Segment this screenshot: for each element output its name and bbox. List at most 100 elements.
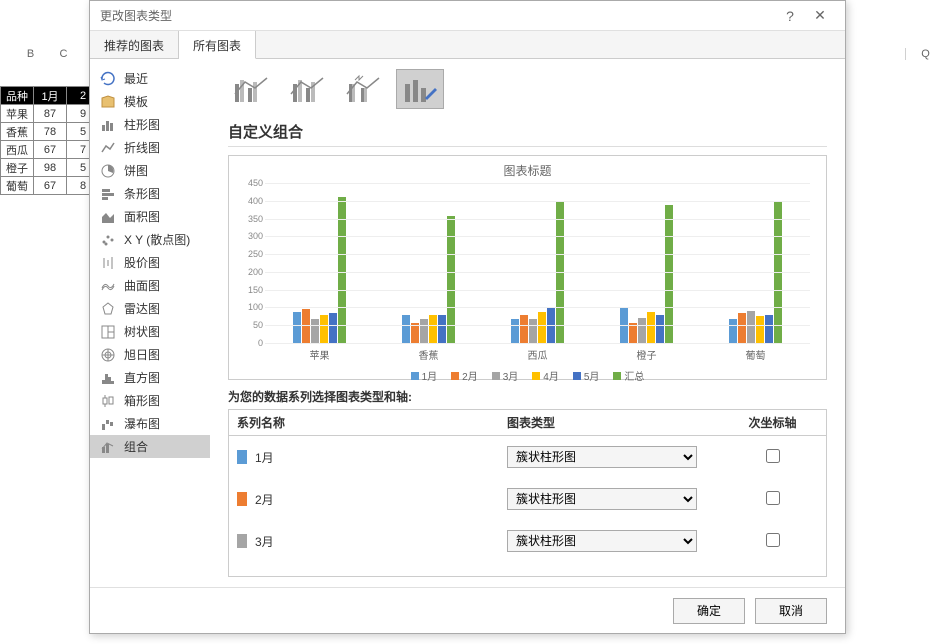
- legend-item: 5月: [573, 368, 600, 383]
- series-section-label: 为您的数据系列选择图表类型和轴:: [228, 388, 827, 405]
- chart-type-label: 树状图: [124, 323, 160, 340]
- chart-type-label: 组合: [124, 438, 148, 455]
- bar: [629, 323, 637, 343]
- chart-type-label: 箱形图: [124, 392, 160, 409]
- chart-type-label: 瀑布图: [124, 415, 160, 432]
- series-type-select[interactable]: 簇状柱形图: [507, 488, 697, 510]
- spreadsheet-visible: 品种1月2 苹果879 香蕉785 西瓜677 橙子985 葡萄678: [0, 48, 100, 195]
- bar: [656, 315, 664, 343]
- bar: [420, 319, 428, 343]
- series-swatch: [237, 492, 247, 506]
- area-icon: [100, 209, 116, 225]
- bar: [765, 315, 773, 343]
- subtype-2[interactable]: [284, 69, 332, 109]
- chart-type-label: X Y (散点图): [124, 231, 190, 248]
- legend-item: 汇总: [613, 368, 644, 383]
- chart-type-label: 模板: [124, 93, 148, 110]
- chart-preview[interactable]: 图表标题 050100150200250300350400450 苹果香蕉西瓜橙…: [228, 155, 827, 380]
- chart-type-label: 雷达图: [124, 300, 160, 317]
- chart-type-sunburst[interactable]: 旭日图: [90, 343, 210, 366]
- series-name: 1月: [255, 449, 274, 466]
- series-row: 1月 簇状柱形图: [229, 436, 826, 478]
- bar: [529, 319, 537, 343]
- bar: [320, 315, 328, 343]
- chart-type-recent[interactable]: 最近: [90, 67, 210, 90]
- subtype-custom[interactable]: [396, 69, 444, 109]
- subtype-1[interactable]: [228, 69, 276, 109]
- series-type-select[interactable]: 簇状柱形图: [507, 446, 697, 468]
- chart-type-radar[interactable]: 雷达图: [90, 297, 210, 320]
- sunburst-icon: [100, 347, 116, 363]
- bar: [747, 311, 755, 343]
- series-row: 3月 簇状柱形图: [229, 520, 826, 562]
- chart-type-label: 柱形图: [124, 116, 160, 133]
- chart-area: 050100150200250300350400450: [265, 183, 810, 343]
- bar-icon: [100, 186, 116, 202]
- series-type-select[interactable]: 簇状柱形图: [507, 530, 697, 552]
- chart-type-bar[interactable]: 条形图: [90, 182, 210, 205]
- dialog-title: 更改图表类型: [100, 7, 775, 24]
- bar: [402, 315, 410, 343]
- header-series-name: 系列名称: [237, 414, 507, 431]
- combo-icon: [100, 439, 116, 455]
- chart-type-label: 股价图: [124, 254, 160, 271]
- chart-type-surface[interactable]: 曲面图: [90, 274, 210, 297]
- pie-icon: [100, 163, 116, 179]
- bar: [538, 312, 546, 343]
- right-panel: 自定义组合 图表标题 050100150200250300350400450 苹…: [210, 59, 845, 587]
- recent-icon: [100, 71, 116, 87]
- tab-all-charts[interactable]: 所有图表: [179, 31, 256, 59]
- surface-icon: [100, 278, 116, 294]
- radar-icon: [100, 301, 116, 317]
- chart-type-pie[interactable]: 饼图: [90, 159, 210, 182]
- bar: [665, 205, 673, 343]
- dialog-tabs: 推荐的图表 所有图表: [90, 31, 845, 59]
- chart-type-box[interactable]: 箱形图: [90, 389, 210, 412]
- bar: [729, 319, 737, 343]
- series-row: 2月 簇状柱形图: [229, 478, 826, 520]
- series-header: 系列名称 图表类型 次坐标轴: [229, 410, 826, 436]
- bar: [438, 315, 446, 343]
- series-name: 3月: [255, 533, 274, 550]
- close-button[interactable]: ✕: [805, 7, 835, 24]
- chart-type-label: 曲面图: [124, 277, 160, 294]
- chart-type-column[interactable]: 柱形图: [90, 113, 210, 136]
- chart-type-label: 面积图: [124, 208, 160, 225]
- template-icon: [100, 94, 116, 110]
- chart-type-stock[interactable]: 股价图: [90, 251, 210, 274]
- bar: [520, 315, 528, 343]
- help-button[interactable]: ?: [775, 8, 805, 24]
- cancel-button[interactable]: 取消: [755, 598, 827, 624]
- section-title: 自定义组合: [228, 121, 827, 147]
- chart-type-waterfall[interactable]: 瀑布图: [90, 412, 210, 435]
- column-headers-right: Q: [905, 48, 945, 60]
- chart-type-area[interactable]: 面积图: [90, 205, 210, 228]
- bar: [329, 313, 337, 343]
- secondary-axis-checkbox[interactable]: [766, 533, 780, 547]
- bar: [429, 315, 437, 343]
- secondary-axis-checkbox[interactable]: [766, 449, 780, 463]
- chart-type-line[interactable]: 折线图: [90, 136, 210, 159]
- secondary-axis-checkbox[interactable]: [766, 491, 780, 505]
- series-swatch: [237, 450, 247, 464]
- chart-type-template[interactable]: 模板: [90, 90, 210, 113]
- bar-group: [391, 183, 466, 343]
- chart-title: 图表标题: [235, 162, 820, 179]
- bar-group: [718, 183, 793, 343]
- chart-type-tree[interactable]: 树状图: [90, 320, 210, 343]
- chart-type-combo[interactable]: 组合: [90, 435, 210, 458]
- subtype-3[interactable]: [340, 69, 388, 109]
- scatter-icon: [100, 232, 116, 248]
- header-secondary-axis: 次坐标轴: [727, 414, 818, 431]
- chart-type-label: 折线图: [124, 139, 160, 156]
- tab-recommended[interactable]: 推荐的图表: [90, 31, 179, 58]
- bar: [647, 312, 655, 343]
- column-icon: [100, 117, 116, 133]
- chart-type-scatter[interactable]: X Y (散点图): [90, 228, 210, 251]
- series-name: 2月: [255, 491, 274, 508]
- ok-button[interactable]: 确定: [673, 598, 745, 624]
- header-chart-type: 图表类型: [507, 414, 727, 431]
- chart-type-histo[interactable]: 直方图: [90, 366, 210, 389]
- bar-group: [500, 183, 575, 343]
- chart-type-label: 饼图: [124, 162, 148, 179]
